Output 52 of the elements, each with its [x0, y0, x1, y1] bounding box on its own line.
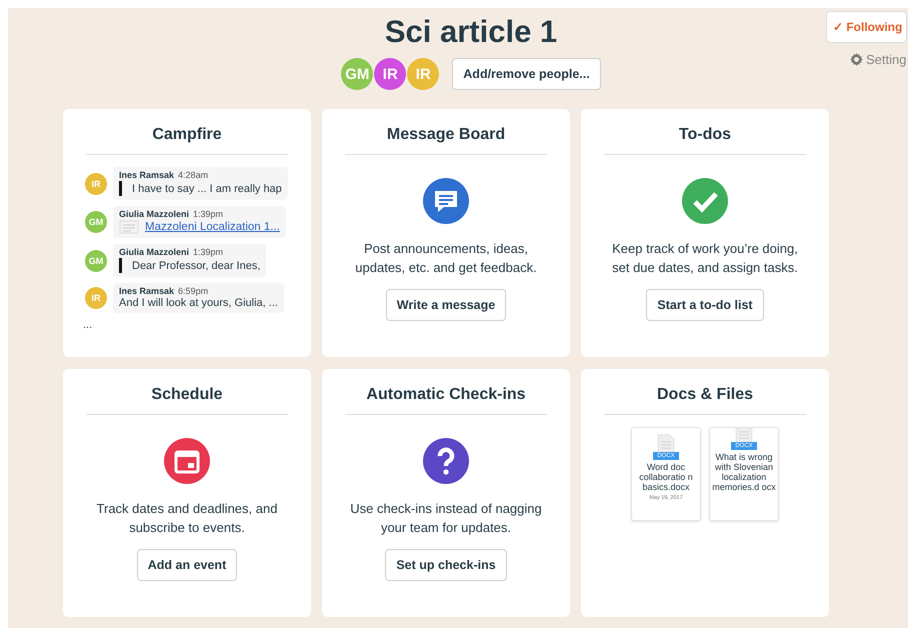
more-indicator: ... — [83, 319, 94, 331]
card-description: Keep track of work you’re doing, set due dates, and assign tasks. — [611, 240, 799, 277]
card-action-button[interactable]: Write a message — [386, 289, 506, 321]
file-name: What is wrong with Slovenian localization memories.d ocx — [712, 452, 776, 492]
document-icon — [119, 220, 141, 234]
add-remove-people-button[interactable]: Add/remove people... — [452, 58, 601, 90]
speech-bubble-icon — [422, 177, 470, 225]
card-title: Schedule — [151, 386, 223, 404]
card-title: Automatic Check-ins — [366, 386, 526, 404]
card-action-button[interactable]: Set up check-ins — [385, 549, 507, 581]
message-text: And I will look at yours, Giulia, ... — [119, 297, 278, 309]
calendar-icon — [163, 437, 211, 485]
file-name: Word doc collaboratio n basics.docx — [638, 462, 694, 492]
chat-message[interactable]: Giulia Mazzoleni 1:39pm Dear Professor, dear Ines, — [113, 244, 266, 277]
message-time: 4:28am — [178, 170, 208, 180]
card-title: Message Board — [386, 126, 506, 144]
file-link[interactable]: Mazzoleni Localization 1... — [145, 221, 280, 233]
settings-icon — [850, 53, 863, 66]
message-text: I have to say ... I am really hap — [132, 182, 282, 194]
message-time: 1:39pm — [193, 247, 224, 257]
card-description: Track dates and deadlines, and subscribe to events. — [96, 500, 278, 537]
question-mark-icon — [422, 437, 470, 485]
user-avatar: GM — [85, 211, 107, 233]
project-title: Sci article 1 — [384, 14, 558, 50]
chat-message[interactable]: Ines Ramsak 6:59pm And I will look at yours, Giulia, ... — [113, 283, 284, 313]
tool-card[interactable]: Automatic Check-ins Use check-ins instead of nagging your team for updates. Set up check-ins — [322, 369, 570, 617]
following-button[interactable]: ✓ Following — [826, 11, 908, 43]
card-title: Campfire — [152, 126, 222, 144]
card-action-button[interactable]: Start a to-do list — [646, 289, 764, 321]
message-text: Dear Professor, dear Ines, — [132, 260, 260, 272]
card-title: Docs & Files — [656, 386, 754, 404]
user-avatar: IR — [85, 287, 107, 309]
message-time: 6:59pm — [178, 286, 208, 296]
tool-card[interactable]: Schedule Track dates and deadlines, and subscribe to events. Add an event — [63, 369, 311, 617]
card-description: Post announcements, ideas, updates, etc. and get feedback. — [354, 240, 538, 277]
tool-card[interactable]: Message Board Post announcements, ideas, updates, etc. and get feedback. Write a message — [322, 109, 570, 357]
author-name: Giulia Mazzoleni — [119, 209, 190, 219]
author-name: Ines Ramsak — [119, 286, 174, 296]
card-description: Use check-ins instead of nagging your team for updates. — [349, 500, 543, 537]
card-title: To-dos — [678, 126, 732, 144]
tool-card[interactable]: To-dos Keep track of work you’re doing, set due dates, and assign tasks. Start a to-do list — [581, 109, 829, 357]
author-name: Ines Ramsak — [119, 170, 174, 180]
tool-card[interactable] — [63, 109, 311, 357]
checkmark-icon — [681, 177, 729, 225]
user-avatar: IR — [85, 172, 107, 194]
user-avatar: GM — [85, 250, 107, 272]
card-action-button[interactable]: Add an event — [136, 549, 238, 581]
message-time: 1:39pm — [193, 209, 224, 219]
chat-message[interactable]: Giulia Mazzoleni 1:39pm Mazzoleni Localization 1... — [113, 206, 286, 238]
chat-message[interactable]: Ines Ramsak 4:28am I have to say ... I am really hap — [113, 167, 288, 200]
author-name: Giulia Mazzoleni — [119, 247, 190, 257]
person-avatar[interactable]: IR — [374, 58, 406, 90]
